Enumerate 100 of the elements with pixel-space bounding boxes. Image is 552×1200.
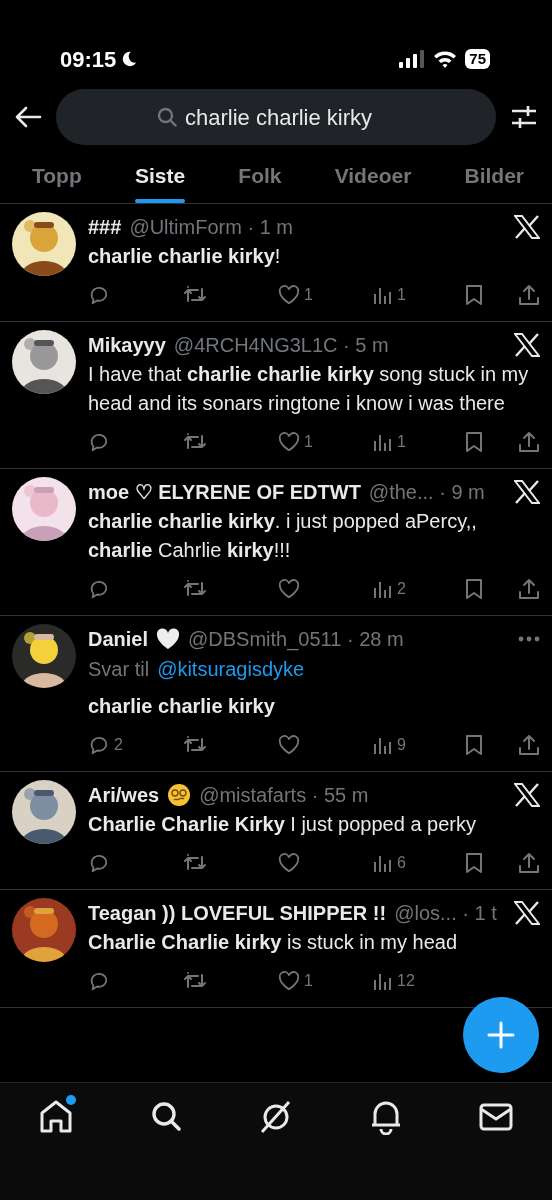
search-tab[interactable]: Bilder — [464, 153, 524, 203]
views-button[interactable] — [373, 853, 393, 873]
like-button[interactable] — [278, 735, 300, 755]
reply-icon — [88, 431, 110, 453]
share-button[interactable] — [518, 284, 540, 306]
reply-button[interactable] — [88, 734, 110, 756]
reply-icon — [88, 970, 110, 992]
share-icon — [518, 578, 540, 600]
view-count: 6 — [397, 853, 406, 873]
views-button[interactable] — [373, 735, 393, 755]
like-icon — [278, 853, 300, 873]
views-icon — [373, 971, 393, 991]
author-handle: @UltimForm · 1 m — [129, 215, 293, 240]
search-tab[interactable]: Folk — [238, 153, 282, 203]
author-handle: @4RCH4NG3L1C · 5 m — [173, 333, 389, 358]
reply-icon — [88, 578, 110, 600]
share-button[interactable] — [518, 578, 540, 600]
plus-icon — [486, 1020, 516, 1050]
bookmark-button[interactable] — [465, 578, 483, 600]
views-icon — [373, 579, 393, 599]
heart-icon — [156, 628, 181, 650]
like-button[interactable] — [278, 285, 300, 305]
back-button[interactable] — [14, 104, 42, 130]
view-count: 12 — [397, 971, 415, 991]
author-handle: @mistafarts · 55 m — [199, 783, 369, 808]
wifi-icon — [433, 50, 458, 68]
like-button[interactable] — [278, 853, 300, 873]
more-icon — [518, 636, 540, 642]
reply-button[interactable] — [88, 578, 110, 600]
reply-label: Svar til — [88, 657, 150, 682]
home-icon — [38, 1099, 74, 1135]
author-handle: @DBSmith_0511 · 28 m — [188, 627, 404, 653]
view-count: 9 — [397, 735, 406, 755]
author-name: moe ♡ ELYRENE OF EDTWT — [88, 480, 361, 505]
mention-link[interactable]: @kitsuragisdyke — [157, 654, 305, 684]
author-name: Ari/wes — [88, 783, 160, 808]
x-logo-icon — [514, 480, 540, 504]
share-icon — [518, 734, 540, 756]
reply-button[interactable] — [88, 970, 110, 992]
author-name: Daniel — [88, 627, 149, 652]
reply-button[interactable] — [88, 284, 110, 306]
unread-dot — [66, 1095, 76, 1105]
search-tab[interactable]: Siste — [134, 153, 186, 203]
bookmark-icon — [465, 852, 483, 874]
bookmark-button[interactable] — [465, 284, 483, 306]
like-button[interactable] — [278, 432, 300, 452]
bookmark-button[interactable] — [465, 431, 483, 453]
reply-icon — [88, 734, 110, 756]
share-icon — [518, 284, 540, 306]
author-handle: @the... · 9 m — [368, 480, 485, 505]
post-text: Charlie Charlie Kirky I just popped a perky — [88, 812, 477, 837]
bookmark-button[interactable] — [465, 852, 483, 874]
like-button[interactable] — [278, 579, 300, 599]
x-logo-icon — [514, 783, 540, 807]
reply-icon — [88, 852, 110, 874]
post-text: Charlie Charlie kirky is stuck in my head — [88, 930, 459, 955]
view-count: 1 — [397, 285, 406, 305]
search-tab[interactable]: Topp — [32, 153, 82, 203]
share-icon — [518, 431, 540, 453]
x-logo-icon — [514, 901, 540, 925]
views-icon — [373, 432, 393, 452]
reply-count: 2 — [114, 735, 123, 755]
like-count: 1 — [304, 432, 313, 452]
reply-icon — [88, 284, 110, 306]
like-icon — [278, 735, 300, 755]
filter-button[interactable] — [510, 104, 538, 130]
dizzy-face-icon — [167, 783, 192, 807]
author-name: Teagan )) LOVEFUL SHIPPER !! — [88, 901, 387, 926]
share-button[interactable] — [518, 734, 540, 756]
post-text: charlie charlie kirky — [88, 694, 276, 719]
search-field[interactable]: charlie charlie kirky — [56, 89, 496, 145]
share-button[interactable] — [518, 852, 540, 874]
views-icon — [373, 853, 393, 873]
bookmark-icon — [465, 578, 483, 600]
reply-button[interactable] — [88, 431, 110, 453]
status-time: 09:15 — [60, 45, 117, 74]
bookmark-icon — [465, 284, 483, 306]
share-button[interactable] — [518, 431, 540, 453]
views-button[interactable] — [373, 285, 393, 305]
author-handle: @los... · 1 t — [394, 901, 497, 926]
search-input[interactable]: charlie charlie kirky — [185, 100, 395, 134]
views-icon — [373, 735, 393, 755]
post-text: charlie charlie kirky. i just popped aPercy,, charlie Cahrlie kirky!!! — [88, 509, 478, 563]
views-button[interactable] — [373, 971, 393, 991]
x-logo-icon — [514, 333, 540, 357]
view-count: 2 — [397, 579, 406, 599]
like-icon — [278, 579, 300, 599]
views-button[interactable] — [373, 432, 393, 452]
like-count: 1 — [304, 971, 313, 991]
like-button[interactable] — [278, 971, 300, 991]
view-count: 1 — [397, 432, 406, 452]
signal-icon — [399, 50, 426, 68]
share-icon — [518, 852, 540, 874]
bookmark-button[interactable] — [465, 734, 483, 756]
bookmark-icon — [465, 734, 483, 756]
search-tab[interactable]: Videoer — [334, 153, 412, 203]
reply-button[interactable] — [88, 852, 110, 874]
like-icon — [278, 971, 300, 991]
search-icon — [157, 107, 177, 127]
views-button[interactable] — [373, 579, 393, 599]
